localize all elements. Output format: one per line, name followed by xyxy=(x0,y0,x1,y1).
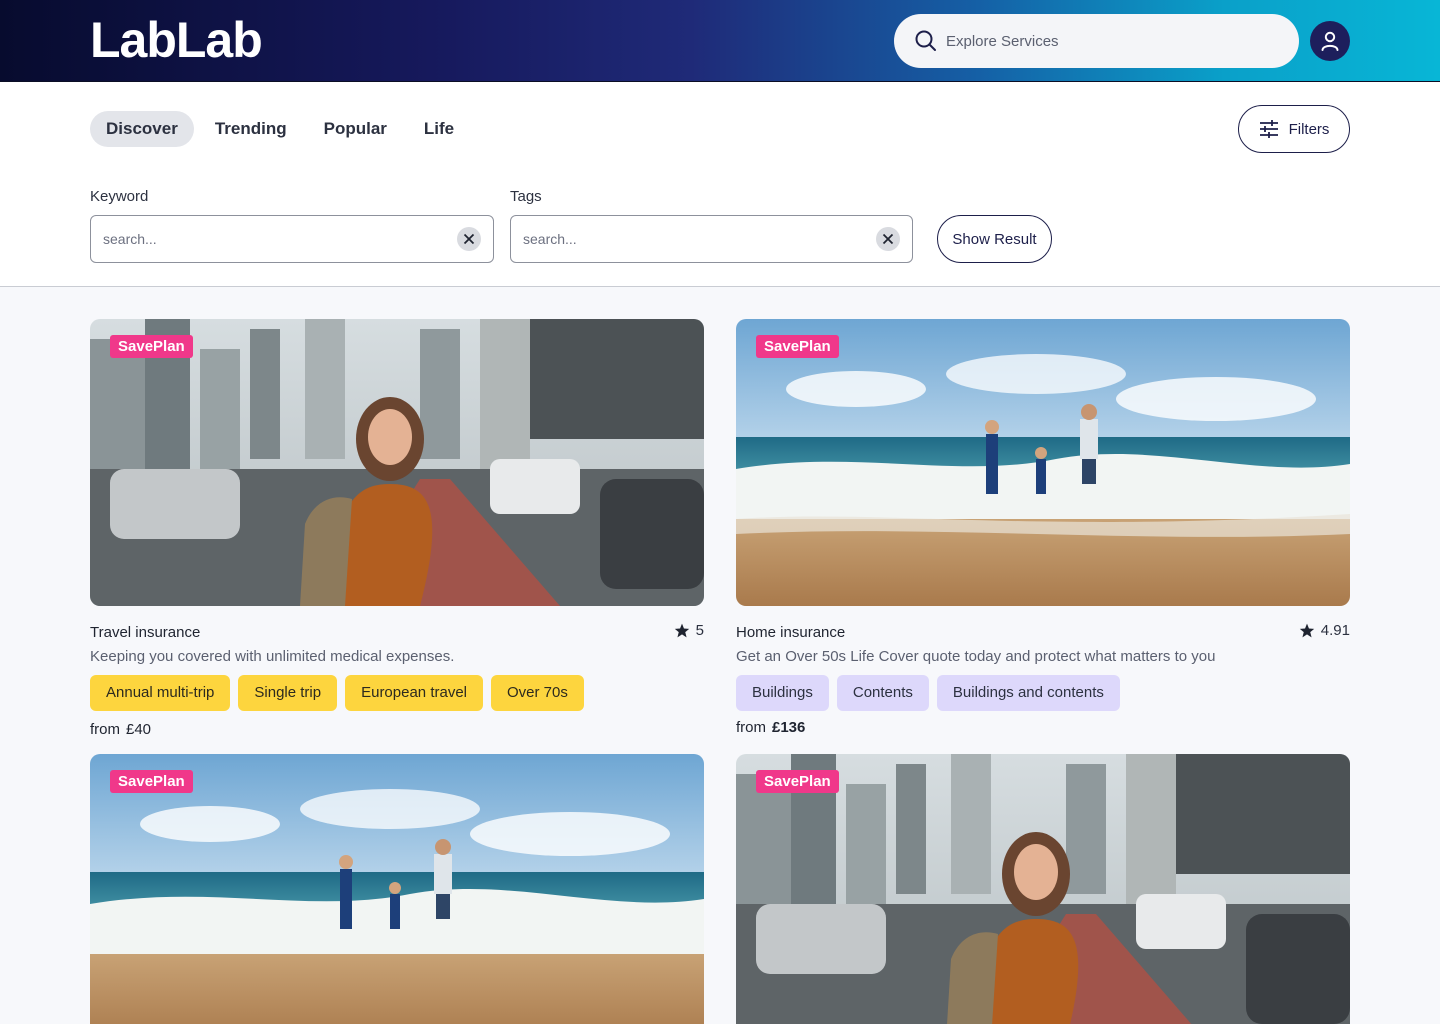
saveplan-badge: SavePlan xyxy=(756,335,839,358)
card-tags: Buildings Contents Buildings and content… xyxy=(736,675,1350,711)
service-card[interactable]: SavePlan xyxy=(736,754,1350,1024)
tags-clear-button[interactable] xyxy=(876,227,900,251)
service-card[interactable]: SavePlan Travel insurance 5 Keeping you … xyxy=(90,319,704,738)
rating-value: 4.91 xyxy=(1320,622,1350,639)
tags-label: Tags xyxy=(510,188,542,205)
price-prefix: from xyxy=(736,719,766,736)
filters-button[interactable]: Filters xyxy=(1238,105,1350,153)
category-tabs: Discover Trending Popular Life xyxy=(90,111,475,147)
card-image-beach[interactable]: SavePlan xyxy=(90,754,704,1024)
tag-chip[interactable]: Buildings xyxy=(736,675,829,711)
card-price: from £136 xyxy=(736,719,1350,736)
tag-chip[interactable]: European travel xyxy=(345,675,483,711)
filters-label: Filters xyxy=(1288,120,1330,138)
saveplan-badge: SavePlan xyxy=(756,770,839,793)
city-photo xyxy=(736,754,1350,1024)
logo[interactable]: LabLab xyxy=(90,12,263,68)
beach-photo xyxy=(90,754,704,1024)
keyword-label: Keyword xyxy=(90,188,149,205)
rating-value: 5 xyxy=(695,622,704,639)
card-image-beach[interactable]: SavePlan xyxy=(736,319,1350,606)
close-icon xyxy=(463,233,475,245)
price-amount: £40 xyxy=(126,721,152,738)
card-title[interactable]: Travel insurance xyxy=(90,624,200,641)
user-avatar[interactable] xyxy=(1310,21,1350,61)
card-title[interactable]: Home insurance xyxy=(736,624,845,641)
keyword-placeholder: search... xyxy=(103,231,157,247)
top-header: LabLab Explore Services xyxy=(0,0,1440,82)
service-card[interactable]: SavePlan xyxy=(90,754,704,1024)
card-rating: 5 xyxy=(674,622,704,639)
card-price: from £40 xyxy=(90,721,704,738)
saveplan-badge: SavePlan xyxy=(110,770,193,793)
tab-trending[interactable]: Trending xyxy=(199,111,303,147)
card-tags: Annual multi-trip Single trip European t… xyxy=(90,675,704,711)
star-icon xyxy=(674,623,689,638)
tag-chip[interactable]: Contents xyxy=(836,675,929,711)
city-photo xyxy=(90,319,704,606)
close-icon xyxy=(882,233,894,245)
card-image-city[interactable]: SavePlan xyxy=(90,319,704,606)
star-icon xyxy=(1299,623,1314,638)
card-description: Get an Over 50s Life Cover quote today a… xyxy=(736,648,1216,665)
tag-chip[interactable]: Buildings and contents xyxy=(936,675,1120,711)
sliders-icon xyxy=(1259,120,1278,138)
tab-popular[interactable]: Popular xyxy=(308,111,403,147)
price-amount: £136 xyxy=(772,719,806,736)
card-image-city[interactable]: SavePlan xyxy=(736,754,1350,1024)
beach-photo xyxy=(736,319,1350,606)
card-description: Keeping you covered with unlimited medic… xyxy=(90,648,455,665)
tab-life[interactable]: Life xyxy=(408,111,470,147)
tab-discover[interactable]: Discover xyxy=(90,111,194,147)
price-prefix: from xyxy=(90,721,120,738)
saveplan-badge: SavePlan xyxy=(110,335,193,358)
tags-placeholder: search... xyxy=(523,231,577,247)
search-icon xyxy=(914,29,938,53)
show-result-button[interactable]: Show Result xyxy=(937,215,1052,263)
keyword-input[interactable]: search... xyxy=(90,215,494,263)
tag-chip[interactable]: Single trip xyxy=(238,675,338,711)
service-card[interactable]: SavePlan Home insurance 4.91 Get an Over… xyxy=(736,319,1350,736)
card-rating: 4.91 xyxy=(1299,622,1350,639)
explore-search-placeholder: Explore Services xyxy=(946,32,1059,50)
tag-chip[interactable]: Annual multi-trip xyxy=(90,675,231,711)
tag-chip[interactable]: Over 70s xyxy=(491,675,584,711)
keyword-clear-button[interactable] xyxy=(457,227,481,251)
user-icon xyxy=(1321,31,1339,51)
explore-search[interactable]: Explore Services xyxy=(894,14,1299,68)
tags-input[interactable]: search... xyxy=(510,215,913,263)
